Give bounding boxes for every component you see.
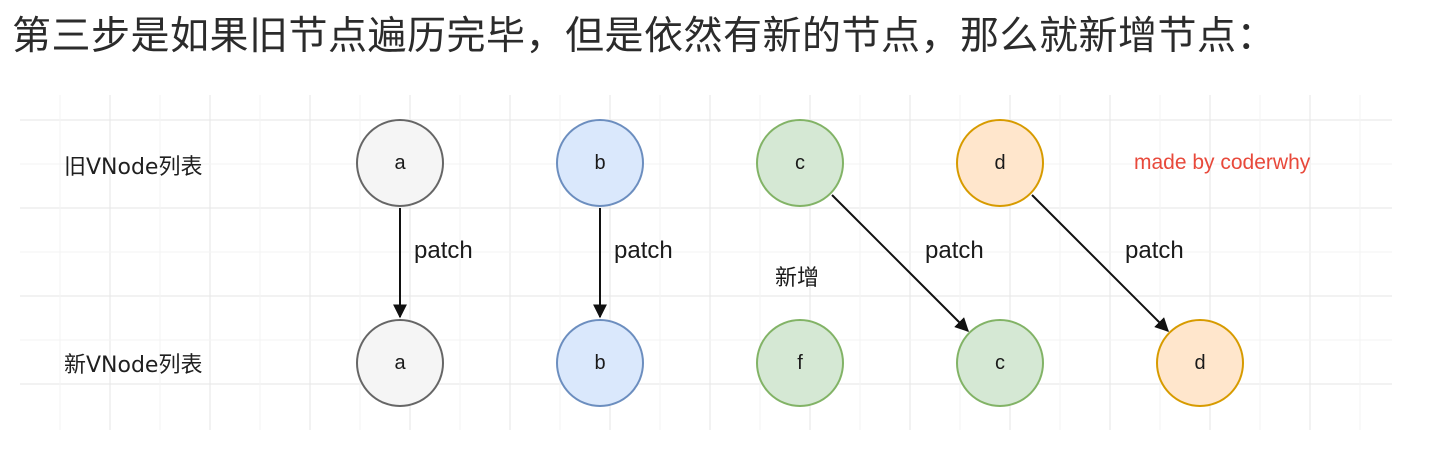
old-node-b: b	[556, 119, 644, 207]
old-vnode-list-label: 旧VNode列表	[64, 155, 203, 180]
new-node-f: f	[756, 319, 844, 407]
new-node-d: d	[1156, 319, 1244, 407]
old-node-c: c	[756, 119, 844, 207]
page-title: 第三步是如果旧节点遍历完毕，但是依然有新的节点，那么就新增节点：	[12, 14, 1277, 59]
patch-label-a: patch	[414, 237, 473, 264]
old-node-d: d	[956, 119, 1044, 207]
add-node-label: 新增	[775, 266, 820, 291]
patch-label-d: patch	[1125, 237, 1184, 264]
vnode-diagram: 旧VNode列表 新VNode列表 made by coderwhy a b c…	[20, 95, 1392, 435]
old-node-a: a	[356, 119, 444, 207]
patch-label-b: patch	[614, 237, 673, 264]
new-node-b: b	[556, 319, 644, 407]
new-vnode-list-label: 新VNode列表	[64, 353, 203, 378]
new-node-a: a	[356, 319, 444, 407]
watermark: made by coderwhy	[1134, 151, 1311, 174]
new-node-c: c	[956, 319, 1044, 407]
patch-label-c: patch	[925, 237, 984, 264]
